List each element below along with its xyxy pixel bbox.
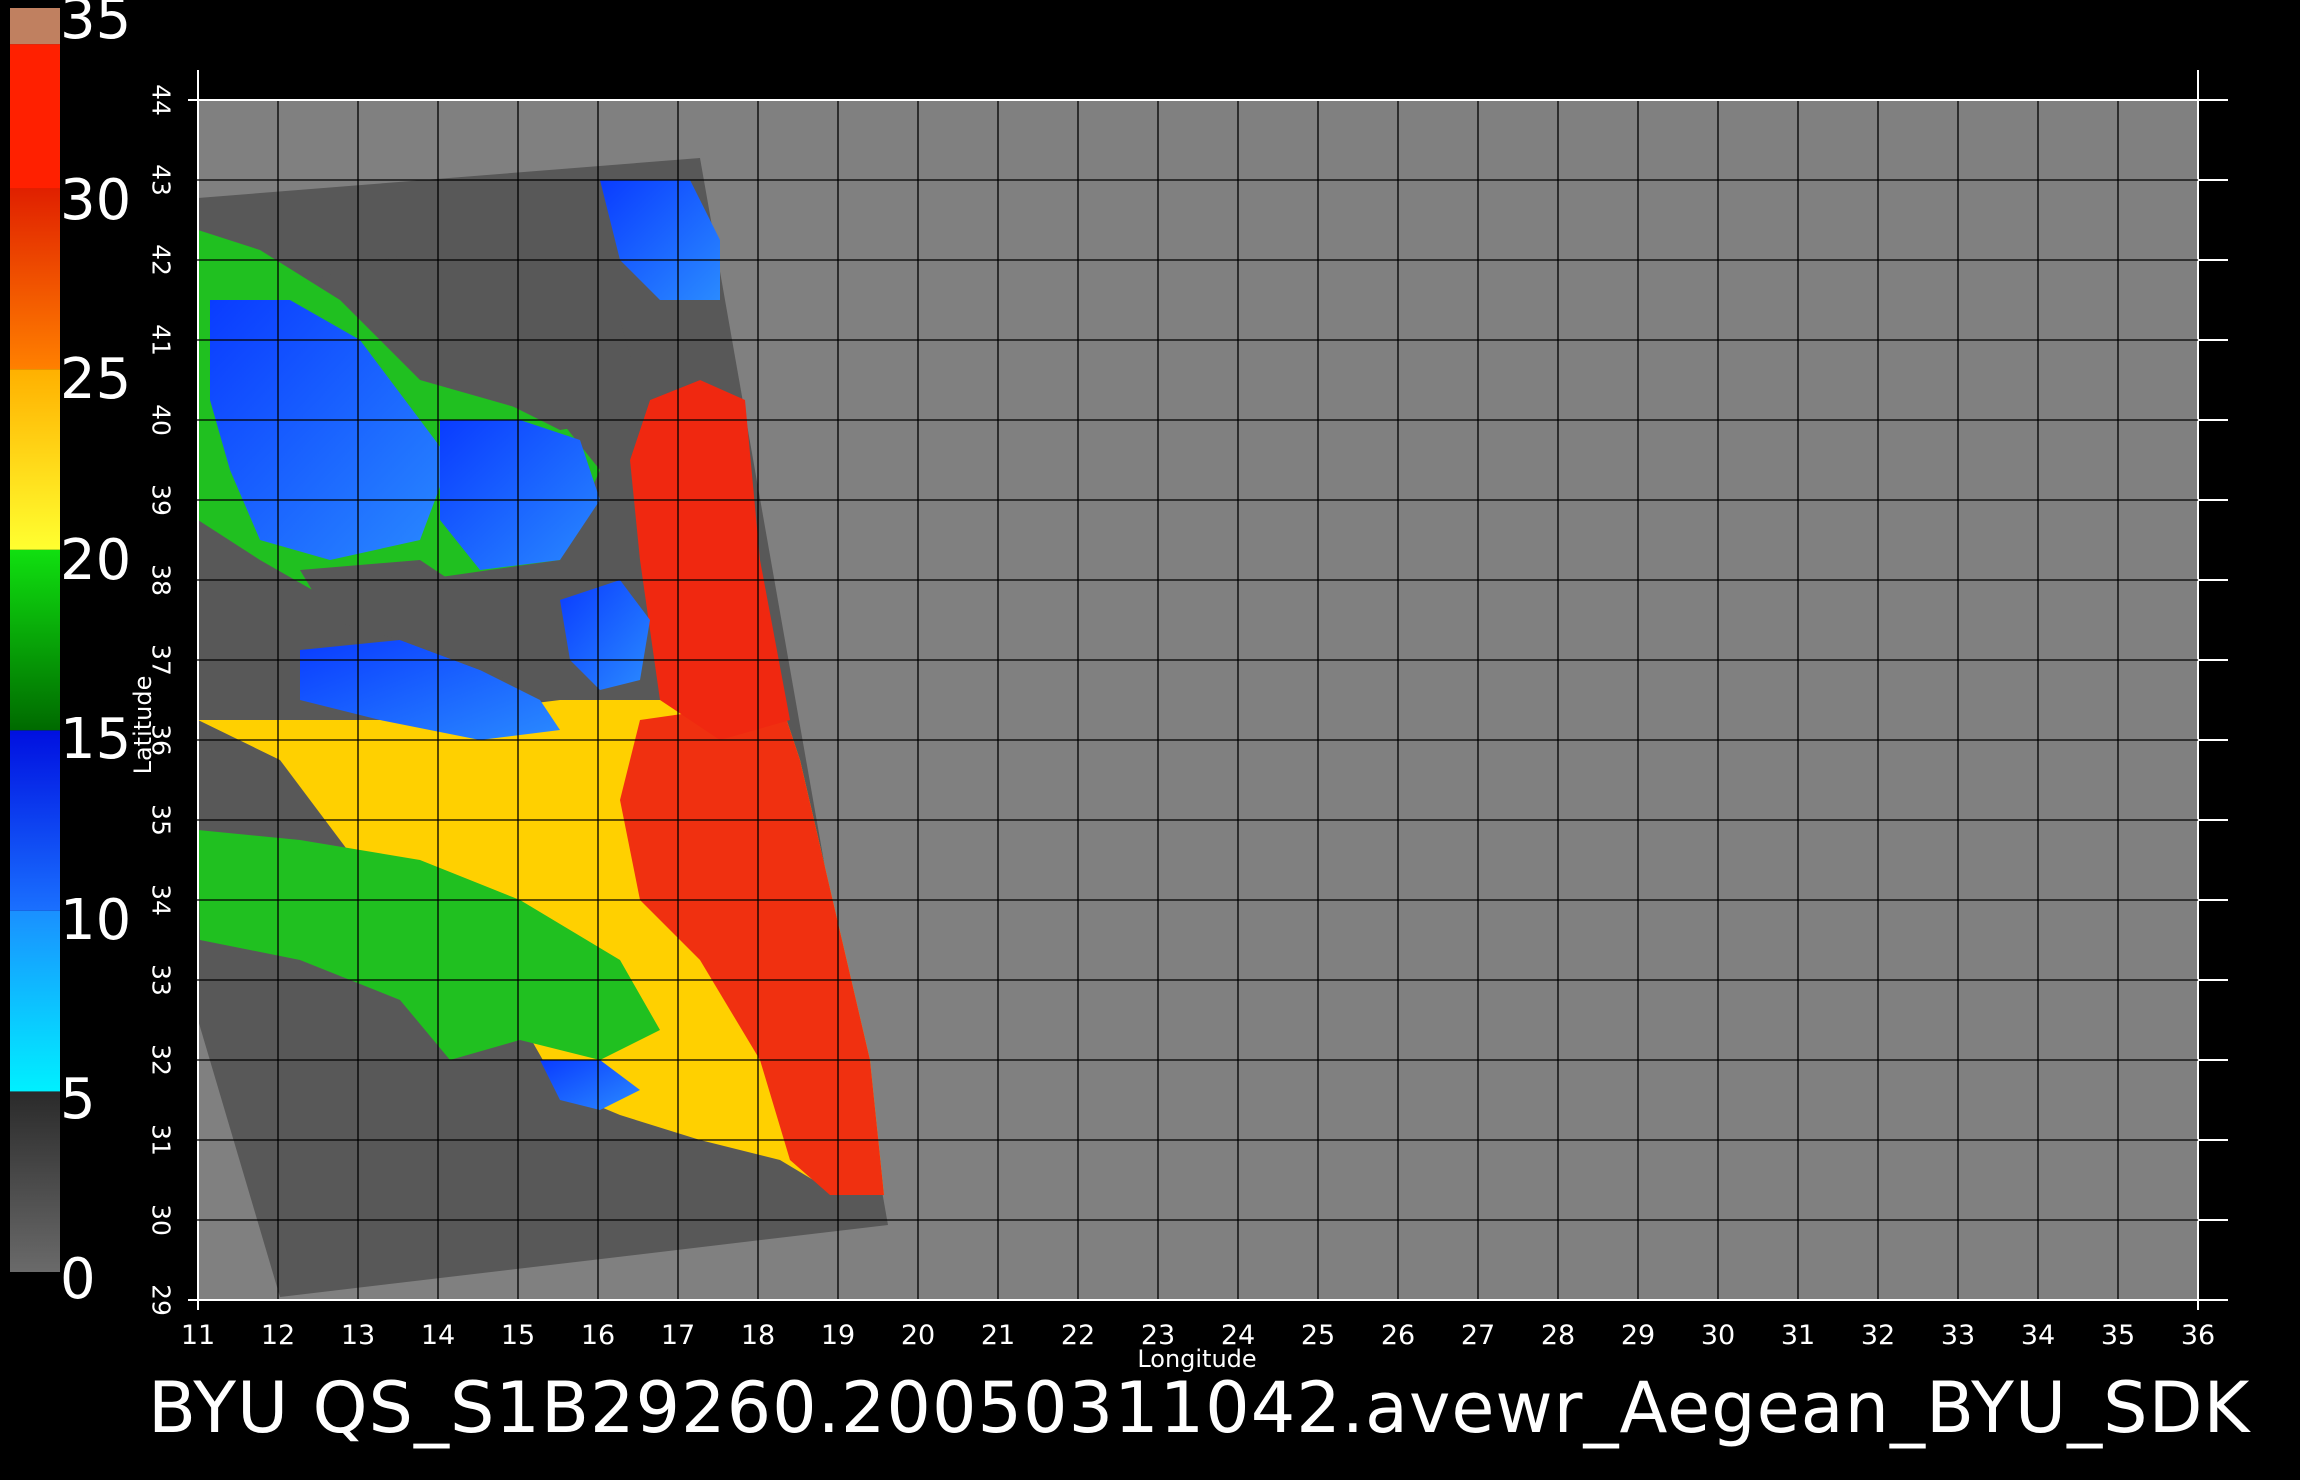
lon-tick-label: 26	[1380, 1320, 1416, 1351]
colorbar-band	[10, 1091, 60, 1272]
colorbar-label-0: 0	[60, 1247, 96, 1312]
lat-tick-label: 31	[146, 1124, 176, 1156]
lon-tick-label: 34	[2020, 1320, 2056, 1351]
lon-tick-label: 35	[2100, 1320, 2136, 1351]
lat-tick-label: 43	[146, 164, 176, 196]
lat-tick-label: 40	[146, 404, 176, 436]
colorbar-label-5: 5	[60, 1067, 96, 1132]
lon-tick-label: 27	[1460, 1320, 1496, 1351]
lat-tick-label: 41	[146, 324, 176, 356]
lon-tick-label: 28	[1540, 1320, 1576, 1351]
lon-tick-label: 33	[1940, 1320, 1976, 1351]
lon-tick-label: 11	[180, 1320, 216, 1351]
colorbar-label-15: 15	[60, 707, 132, 772]
colorbar-band	[10, 188, 60, 370]
lat-tick-label: 44	[146, 84, 176, 116]
lat-tick-label: 30	[146, 1204, 176, 1236]
file-caption: BYU QS_S1B29260.20050311042.avewr_Aegean…	[148, 1367, 2251, 1449]
lon-tick-label: 18	[740, 1320, 776, 1351]
lat-tick-label: 37	[146, 644, 176, 676]
map-figure	[10, 8, 2228, 1310]
lon-tick-label: 13	[340, 1320, 376, 1351]
lon-tick-label: 16	[580, 1320, 616, 1351]
lon-tick-label: 31	[1780, 1320, 1816, 1351]
lon-tick-label: 32	[1860, 1320, 1896, 1351]
lon-tick-label: 25	[1300, 1320, 1336, 1351]
colorbar-band	[10, 549, 60, 731]
lat-tick-label: 29	[146, 1284, 176, 1316]
colorbar-label-35: 35	[60, 0, 132, 52]
lat-tick-label: 32	[146, 1044, 176, 1076]
lon-tick-label: 15	[500, 1320, 536, 1351]
colorbar-band	[10, 369, 60, 550]
lat-tick-label: 33	[146, 964, 176, 996]
lon-tick-label: 29	[1620, 1320, 1656, 1351]
lon-tick-label: 22	[1060, 1320, 1096, 1351]
lat-tick-label: 42	[146, 244, 176, 276]
lon-tick-label: 12	[260, 1320, 296, 1351]
lat-tick-label: 34	[146, 884, 176, 916]
lon-tick-label: 20	[900, 1320, 936, 1351]
y-axis-label: Latitude	[129, 675, 157, 775]
colorbar-label-20: 20	[60, 528, 132, 593]
lat-tick-label: 38	[146, 564, 176, 596]
colorbar-band	[10, 8, 60, 45]
colorbar-label-25: 25	[60, 347, 132, 412]
colorbar-label-10: 10	[60, 888, 132, 953]
colorbar-band	[10, 730, 60, 911]
lon-tick-label: 19	[820, 1320, 856, 1351]
colorbar-band	[10, 910, 60, 1092]
lat-tick-label: 39	[146, 484, 176, 516]
lat-tick-label: 35	[146, 804, 176, 836]
lon-tick-label: 36	[2180, 1320, 2216, 1351]
colorbar-label-30: 30	[60, 168, 132, 233]
lon-tick-label: 30	[1700, 1320, 1736, 1351]
lon-tick-label: 21	[980, 1320, 1016, 1351]
colorbar-band	[10, 44, 60, 189]
lon-tick-label: 14	[420, 1320, 456, 1351]
colorbar	[10, 8, 60, 1272]
lon-tick-label: 17	[660, 1320, 696, 1351]
